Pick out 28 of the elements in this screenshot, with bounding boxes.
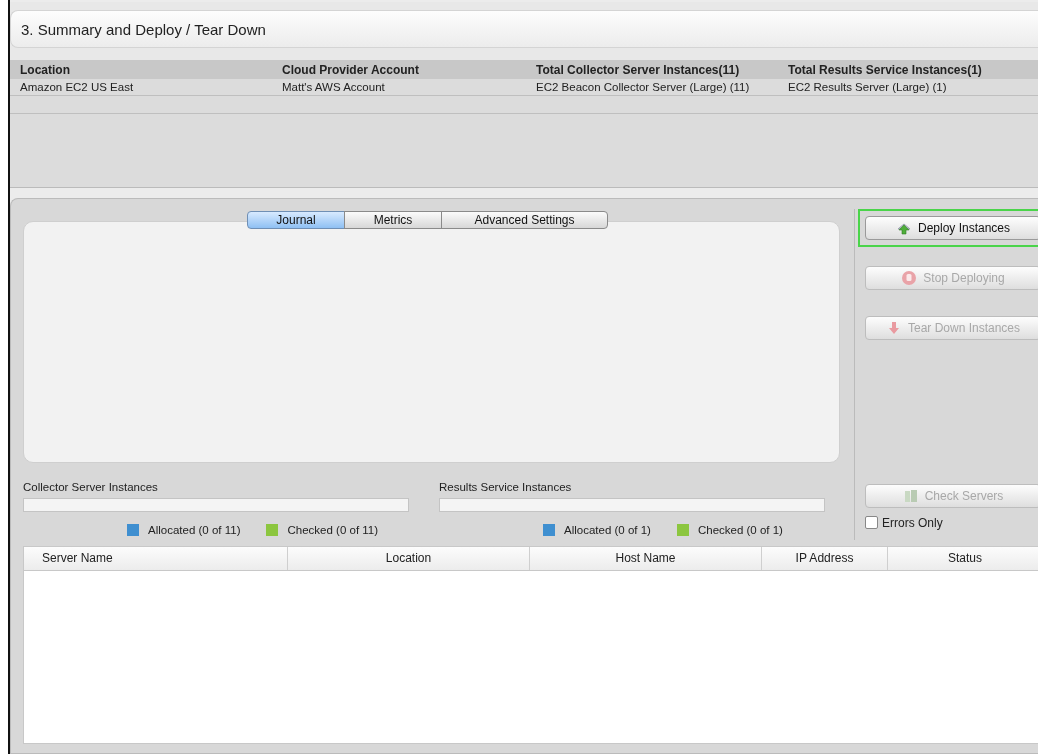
tab[interactable]: Journal bbox=[247, 211, 345, 229]
legend-label: Checked (0 of 11) bbox=[287, 524, 379, 536]
checkbox[interactable] bbox=[865, 516, 878, 529]
column-header: Host Name bbox=[530, 546, 762, 570]
column-header: Total Results Service Instances(1) bbox=[788, 63, 983, 77]
column-header: Cloud Provider Account bbox=[282, 63, 420, 77]
column-header: Location bbox=[20, 63, 71, 77]
column-header: Status bbox=[888, 546, 1038, 570]
progress-label: Results Service Instances bbox=[439, 481, 573, 493]
legend-label: Checked (0 of 1) bbox=[697, 524, 783, 536]
column-header: Total Collector Server Instances(11) bbox=[536, 63, 741, 77]
checkbox-label: Errors Only bbox=[882, 515, 943, 530]
column-header: Location bbox=[288, 546, 530, 570]
server-icon bbox=[902, 487, 919, 504]
table-cell-text: EC2 Results Server (Large) (1) bbox=[788, 81, 948, 93]
tab[interactable]: Advanced Settings bbox=[441, 211, 608, 229]
progress-label: Collector Server Instances bbox=[23, 481, 159, 493]
section-title: 3. Summary and Deploy / Tear Down bbox=[21, 20, 266, 38]
table-cell-text: Amazon EC2 US East bbox=[20, 81, 135, 93]
column-header: Server Name bbox=[24, 546, 288, 570]
legend-label: Allocated (0 of 11) bbox=[148, 524, 241, 536]
column-header: IP Address bbox=[762, 546, 888, 570]
table-cell-text: Matt's AWS Account bbox=[282, 81, 386, 93]
table-cell-text: EC2 Beacon Collector Server (Large) (11) bbox=[536, 81, 751, 93]
tab[interactable]: Metrics bbox=[344, 211, 442, 229]
action-button[interactable]: Deploy Instances bbox=[865, 216, 1038, 240]
legend-label: Allocated (0 of 1) bbox=[564, 524, 651, 536]
stop-hand-icon bbox=[901, 270, 918, 286]
